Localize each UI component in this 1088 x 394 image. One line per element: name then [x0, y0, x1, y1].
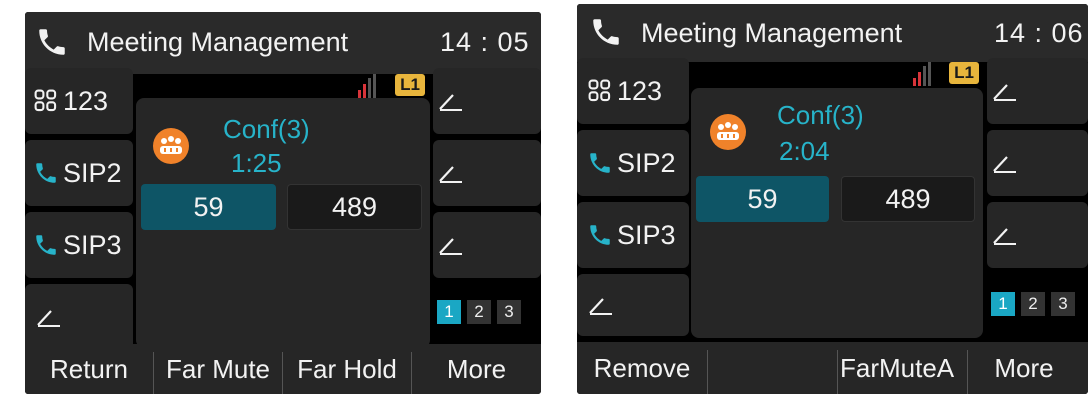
phone-screen-1: Meeting Management 14 : 05 123 SIP2 SIP3: [25, 12, 541, 394]
line-badge: L1: [395, 74, 425, 96]
softkey-far-hold[interactable]: Far Hold: [283, 344, 411, 394]
softkey-bar: Remove FarMuteA More: [577, 342, 1088, 394]
line-key-sip2[interactable]: SIP2: [25, 140, 133, 206]
line-key-sip3[interactable]: SIP3: [577, 202, 689, 268]
line-key-label: 123: [63, 85, 109, 116]
page-3[interactable]: 3: [1051, 292, 1075, 316]
line-key-label: SIP3: [617, 219, 676, 250]
page-title: Meeting Management: [87, 27, 349, 57]
line-key-sip2[interactable]: SIP2: [577, 130, 689, 196]
conference-icon: [153, 128, 189, 164]
edit-icon: [993, 84, 1016, 101]
softkey-far-mute-all[interactable]: FarMuteA: [838, 342, 968, 394]
party-59[interactable]: 59: [141, 184, 276, 230]
conference-name: Conf(3): [777, 100, 864, 130]
line-key-right-3[interactable]: [987, 202, 1088, 268]
line-badge: L1: [949, 62, 979, 84]
clock: 14 : 05: [440, 27, 530, 57]
conference-panel: Conf(3) 2:04 59 489: [691, 88, 983, 338]
party-489[interactable]: 489: [287, 184, 422, 230]
line-key-label: SIP3: [63, 229, 122, 260]
softkey-far-mute[interactable]: Far Mute: [154, 344, 282, 394]
clock: 14 : 06: [994, 18, 1084, 48]
page-2[interactable]: 2: [467, 300, 491, 324]
phone-icon: [36, 163, 56, 183]
conference-name: Conf(3): [223, 114, 310, 144]
party-489[interactable]: 489: [841, 176, 975, 222]
softkey-more[interactable]: More: [412, 344, 541, 394]
page-indicator: 1 2 3: [437, 300, 521, 324]
edit-icon: [439, 166, 462, 183]
phone-icon: [593, 19, 619, 45]
title-bar: Meeting Management 14 : 05: [25, 12, 541, 74]
edit-icon: [439, 238, 462, 255]
phone-icon: [590, 153, 610, 173]
line-key-label: SIP2: [617, 147, 676, 178]
edit-icon: [439, 94, 462, 111]
softkey-remove[interactable]: Remove: [577, 342, 707, 394]
conference-panel: Conf(3) 1:25 59 489: [136, 98, 430, 348]
page-indicator: 1 2 3: [991, 292, 1075, 316]
edit-icon: [37, 310, 60, 327]
line-key-label: 123: [617, 75, 663, 106]
line-key-right-1[interactable]: [987, 58, 1088, 124]
line-key-right-1[interactable]: [433, 68, 541, 134]
call-duration: 2:04: [779, 136, 830, 166]
page-title: Meeting Management: [641, 18, 903, 48]
line-key-123[interactable]: 123: [577, 58, 689, 124]
page-1[interactable]: 1: [991, 292, 1015, 316]
phone-icon: [36, 235, 56, 255]
line-key-right-2[interactable]: [987, 130, 1088, 196]
softkey-bar: Return Far Mute Far Hold More: [25, 344, 541, 394]
conference-icon: [710, 114, 746, 150]
call-duration: 1:25: [231, 148, 282, 178]
softkey-more[interactable]: More: [968, 342, 1080, 394]
party-59[interactable]: 59: [696, 176, 829, 222]
line-key-right-3[interactable]: [433, 212, 541, 278]
signal-icon: [913, 62, 933, 86]
edit-icon: [589, 298, 612, 315]
line-key-123[interactable]: 123: [25, 68, 133, 134]
softkey-empty[interactable]: [708, 342, 836, 394]
dialpad-icon: [34, 89, 57, 112]
line-key-right-2[interactable]: [433, 140, 541, 206]
dialpad-icon: [588, 79, 611, 102]
softkey-return[interactable]: Return: [25, 344, 153, 394]
line-key-sip3[interactable]: SIP3: [25, 212, 133, 278]
phone-screen-2: Meeting Management 14 : 06 123 SIP2 SIP3: [577, 4, 1088, 394]
title-bar: Meeting Management 14 : 06: [577, 4, 1088, 62]
edit-icon: [993, 228, 1016, 245]
page-2[interactable]: 2: [1021, 292, 1045, 316]
page-1[interactable]: 1: [437, 300, 461, 324]
phone-icon: [590, 225, 610, 245]
edit-icon: [993, 156, 1016, 173]
line-key-empty[interactable]: [577, 274, 689, 336]
signal-icon: [358, 74, 378, 98]
page-3[interactable]: 3: [497, 300, 521, 324]
line-key-label: SIP2: [63, 157, 122, 188]
line-key-empty[interactable]: [25, 284, 133, 350]
phone-icon: [39, 29, 65, 55]
